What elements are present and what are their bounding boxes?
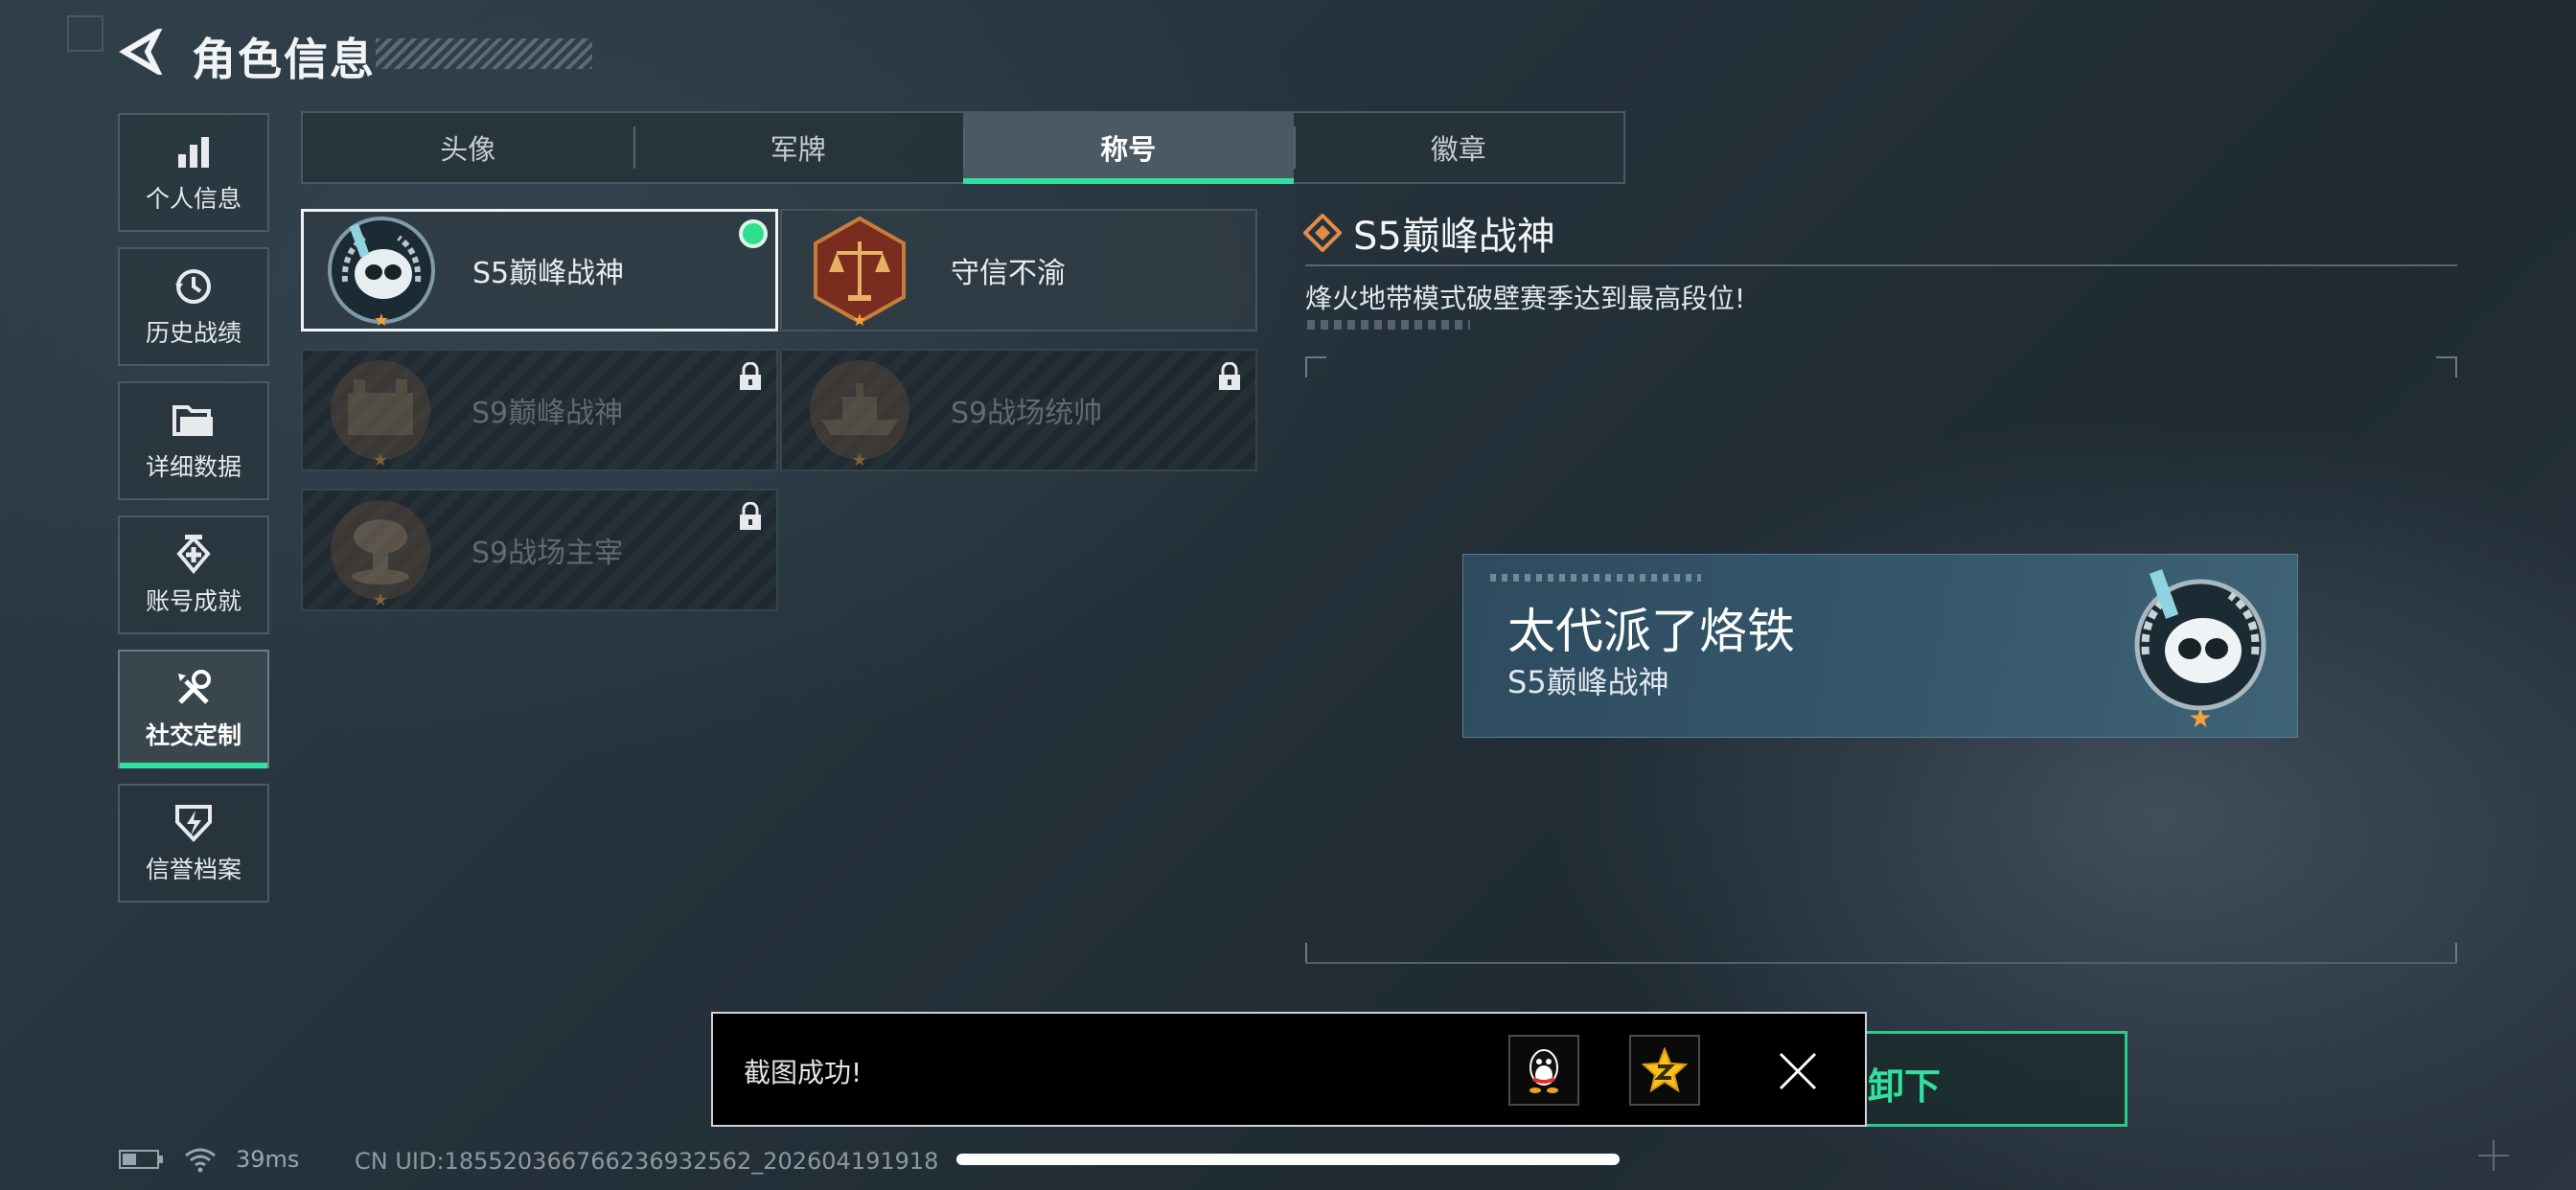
achievement-badge-icon [172,533,216,577]
title-decoration [376,38,592,69]
divider [1305,962,2457,964]
player-title: S5巅峰战神 [1507,664,1669,700]
title-card-s9-battlefield-master[interactable]: ★ S9战场主宰 [301,489,778,611]
corner-frame-box [67,15,104,52]
sidebar-item-label: 账号成就 [145,587,242,615]
lock-icon [740,502,761,530]
close-icon[interactable] [1777,1050,1819,1092]
plus-icon [2478,1140,2509,1171]
tab-title[interactable]: 称号 [963,113,1294,184]
diver-skull-emblem-icon: ★ [325,214,438,331]
nameplate-decoration [1490,574,1701,582]
nameplate-preview: 太代派了烙铁 S5巅峰战神 ★ [1462,554,2298,738]
sidebar-item-label: 详细数据 [145,453,242,481]
detail-header: S5巅峰战神 [1303,205,1555,261]
back-button[interactable] [115,25,169,79]
star-icon: ★ [372,450,389,470]
sidebar-item-history[interactable]: 历史战绩 [118,247,269,366]
tab-dog-tag[interactable]: 军牌 [632,113,964,182]
sidebar-item-label: 个人信息 [145,185,242,213]
wifi-icon [185,1148,216,1173]
sidebar-item-label: 社交定制 [145,721,242,749]
page-title: 角色信息 [192,34,376,85]
ping-value: 39ms [236,1146,300,1173]
toast-message: 截图成功! [744,1057,862,1088]
fortress-emblem-icon: ★ [324,354,437,470]
sidebar-item-social-customization[interactable]: 社交定制 [118,650,269,768]
sidebar-item-reputation[interactable]: 信誉档案 [118,784,269,903]
back-arrow-icon [119,29,163,75]
tab-badge[interactable]: 徽章 [1293,113,1624,182]
tab-avatar[interactable]: 头像 [303,113,633,182]
qzone-star-icon [1642,1047,1688,1093]
detail-title: S5巅峰战神 [1353,215,1555,259]
decoration-strip [1307,320,1470,330]
sidebar-item-personal-info[interactable]: 个人信息 [118,113,269,232]
detail-description: 烽火地带模式破壁赛季达到最高段位! [1305,283,1746,314]
screenshot-toast: 截图成功! [711,1012,1867,1127]
star-icon: ★ [851,450,868,470]
lock-icon [740,362,761,390]
title-card-name: S5巅峰战神 [472,257,625,290]
star-icon: ★ [851,310,868,331]
sidebar-item-label: 信誉档案 [145,856,242,883]
player-name: 太代派了烙铁 [1507,604,1795,659]
sidebar-item-achievements[interactable]: 账号成就 [118,515,269,634]
divider [1305,264,2457,266]
scales-emblem-icon: ★ [803,214,916,331]
mushroom-cloud-emblem-icon: ★ [324,493,437,610]
status-bar: 39ms [119,1146,299,1173]
title-card-s9-battlefield-commander[interactable]: ★ S9战场统帅 [780,349,1257,471]
title-card-s9-peak-god[interactable]: ★ S9巅峰战神 [301,349,778,471]
bar-chart-icon [172,130,216,174]
title-card-name: 守信不渝 [951,257,1066,290]
history-clock-icon [172,264,216,309]
lock-icon [1219,362,1240,390]
svg-text:★: ★ [2188,702,2212,731]
qq-penguin-icon [1530,1049,1558,1093]
wrench-screwdriver-icon [172,667,216,711]
title-card-name: S9战场统帅 [951,397,1103,430]
unequip-button-label: 卸下 [1868,1065,1942,1108]
title-card-name: S9战场主宰 [472,537,624,570]
tab-bar: 头像 军牌 称号 徽章 [301,111,1625,184]
sidebar-item-label: 历史战绩 [145,319,242,347]
diamond-badge-icon [1303,214,1342,252]
battery-icon [119,1150,163,1169]
home-indicator[interactable] [956,1154,1620,1165]
star-icon: ★ [372,590,389,610]
share-qq-button[interactable] [1508,1035,1579,1106]
uid-text: CN UID:18552036676623693256​2_2026041919… [355,1148,939,1175]
sidebar-item-detailed-data[interactable]: 详细数据 [118,381,269,500]
diver-skull-emblem-icon: ★ [2134,569,2266,731]
title-card-keep-faith[interactable]: ★ 守信不渝 [780,209,1257,332]
folder-icon [172,399,216,443]
share-qzone-button[interactable] [1629,1035,1700,1106]
title-card-name: S9巅峰战神 [472,397,624,430]
equipped-indicator-icon [739,219,768,248]
shield-lightning-icon [172,801,216,845]
title-card-s5-peak-god[interactable]: ★ S5巅峰战神 [301,209,778,332]
warship-emblem-icon: ★ [803,354,916,470]
unequip-button[interactable]: 卸下 [1827,1031,2128,1127]
star-icon: ★ [373,310,390,331]
